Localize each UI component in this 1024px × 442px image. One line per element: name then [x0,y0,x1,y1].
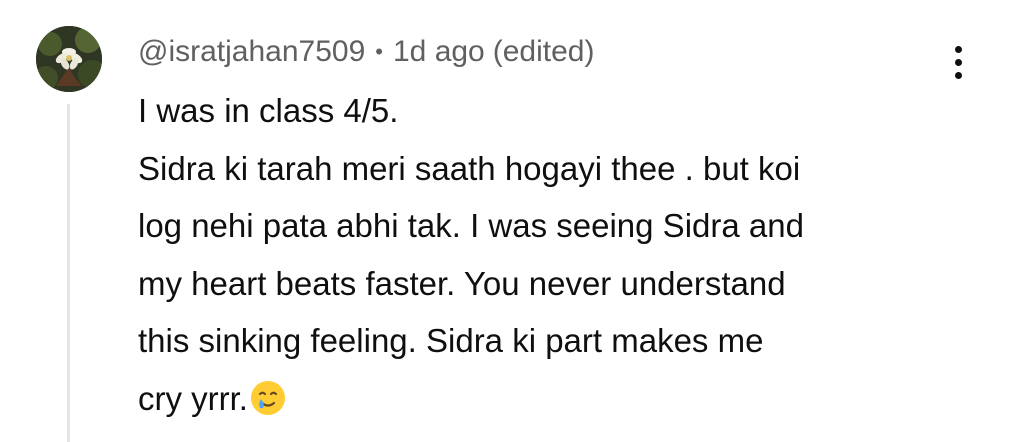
avatar-flower-icon [36,26,102,92]
menu-dot [954,58,962,66]
more-options-button[interactable] [938,40,978,84]
comment-line: I was in class 4/5. [138,92,399,129]
edited-label: (edited) [492,35,595,68]
comment-line: log nehi pata abhi tak. I was seeing Sid… [138,207,804,244]
comment-line: this sinking feeling. Sidra ki part make… [138,322,764,359]
menu-dot [954,45,962,53]
smiling-face-with-tear-icon [250,380,285,415]
comment-line: cry yrrr. [138,379,248,417]
timestamp[interactable]: 1d ago [393,35,485,69]
comment-last-line: cry yrrr. [138,370,998,428]
comment-text: I was in class 4/5. Sidra ki tarah meri … [138,82,998,427]
comment-line: Sidra ki tarah meri saath hogayi thee . … [138,149,801,187]
comment-item: @isratjahan7509 • 1d ago (edited) I was … [0,0,1024,442]
menu-dot [954,71,962,79]
thread-line [67,104,70,442]
avatar[interactable] [36,26,102,92]
separator-dot: • [375,39,383,64]
comment-header: @isratjahan7509 • 1d ago (edited) [138,30,594,74]
comment-line: my heart beats faster. You never underst… [138,264,786,302]
author-handle[interactable]: @isratjahan7509 [138,35,365,69]
